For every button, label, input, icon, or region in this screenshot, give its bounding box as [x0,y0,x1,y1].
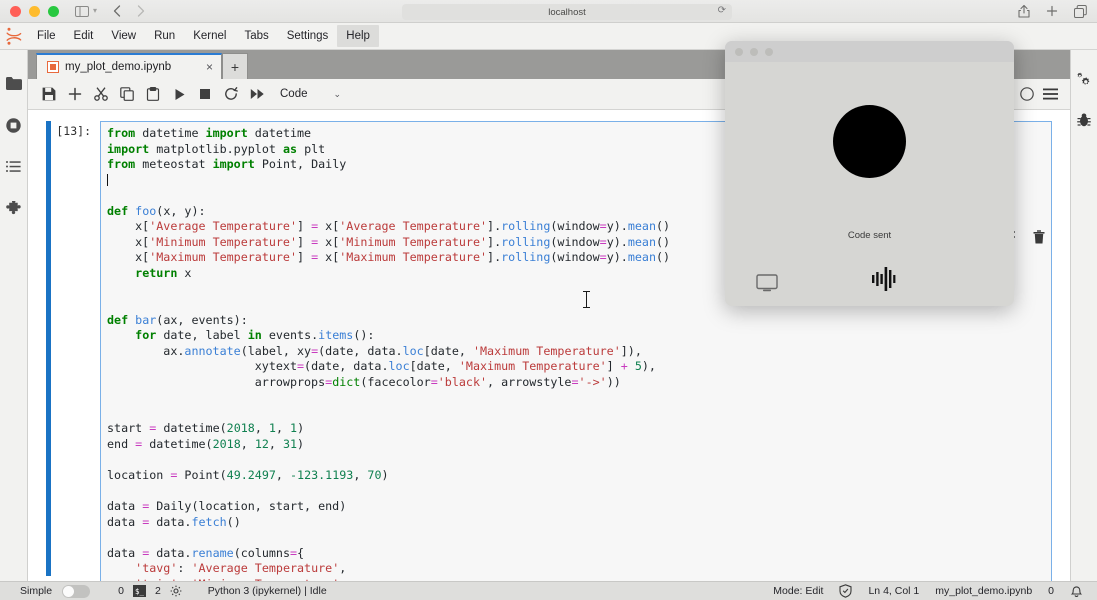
copy-button[interactable] [114,81,140,107]
popup-maximize-button[interactable] [765,47,773,56]
menu-edit[interactable]: Edit [65,25,103,47]
sidebar-item-extension-manager[interactable] [0,188,27,230]
terminal-icon[interactable]: $_ [132,585,146,597]
assistant-popup-window[interactable]: Code sent [725,41,1014,306]
kernel-status-text[interactable]: Python 3 (ipykernel) | Idle [208,585,327,597]
status-filename: my_plot_demo.ipynb [935,585,1033,597]
chevron-down-icon: ⌄ [333,88,342,99]
simple-mode-toggle[interactable] [62,584,91,598]
sidebar-item-debugger[interactable] [1071,100,1097,140]
plus-icon[interactable] [1046,5,1058,17]
popup-close-button[interactable] [735,47,743,56]
chevron-down-icon[interactable]: ▾ [93,7,97,15]
sidebar-toggle-icon[interactable] [75,5,89,17]
cell-type-dropdown[interactable]: Code ⌄ [280,88,341,100]
address-bar[interactable]: localhost ⟳ [402,4,732,20]
browser-titlebar: ▾ localhost ⟳ [0,0,1097,23]
interrupt-kernel-button[interactable] [192,81,218,107]
left-activity-bar [0,50,28,581]
sidebar-item-file-browser[interactable] [0,62,27,104]
screen-share-icon[interactable] [756,274,778,292]
record-indicator[interactable] [833,105,906,178]
cut-button[interactable] [88,81,114,107]
status-left: Simple 0 $_ 2 Python 3 (ipykernel) | Idl… [0,584,327,598]
cursor-position-text[interactable]: Ln 4, Col 1 [868,585,919,597]
menu-view[interactable]: View [102,25,145,47]
save-button[interactable] [36,81,62,107]
minimize-window-button[interactable] [29,5,40,17]
cell-type-value: Code [280,88,308,100]
kernel-count[interactable]: 0 [118,585,124,597]
popup-controls [725,266,1014,292]
menu-file[interactable]: File [28,25,65,47]
notebook-file-icon [47,61,59,73]
notification-count: 0 [1048,585,1054,597]
back-arrow-icon[interactable] [113,5,121,17]
popup-titlebar [725,41,1014,62]
status-counters: 0 $_ 2 [118,585,182,597]
browser-toolbar-right [1018,4,1087,18]
reload-icon[interactable]: ⟳ [718,5,726,16]
gears-icon [1076,72,1092,88]
popup-status-text: Code sent [847,230,892,241]
cell-prompt: [13]: [56,124,91,138]
insert-cell-button[interactable] [62,81,88,107]
popup-minimize-button[interactable] [750,47,758,56]
kernel-circle-icon[interactable] [1020,87,1034,101]
window-traffic-lights [10,5,59,17]
list-icon [6,161,21,173]
text-caret [107,173,108,186]
restart-and-run-all-button[interactable] [244,81,270,107]
menu-settings[interactable]: Settings [278,25,338,47]
menu-tabs[interactable]: Tabs [235,25,277,47]
trash-icon[interactable] [1033,230,1045,244]
tabs-overview-icon[interactable] [1074,4,1087,18]
forward-arrow-icon[interactable] [137,5,145,17]
nav-arrows [113,5,145,17]
jupyter-logo-icon [0,27,28,45]
restart-kernel-button[interactable] [218,81,244,107]
run-cell-button[interactable] [166,81,192,107]
address-bar-text: localhost [548,6,586,18]
bug-icon [1077,113,1091,128]
status-bar: Simple 0 $_ 2 Python 3 (ipykernel) | Idl… [0,581,1097,600]
share-icon[interactable] [1018,4,1030,18]
editor-mode-text: Mode: Edit [773,585,824,597]
text-cursor-icon [583,291,590,309]
stop-circle-icon [6,117,21,133]
sidebar-item-running-terminals[interactable] [0,104,27,146]
status-right: Mode: Edit Ln 4, Col 1 my_plot_demo.ipyn… [773,584,1097,598]
sidebar-item-table-of-contents[interactable] [0,146,27,188]
notebook-tab-label: my_plot_demo.ipynb [65,61,172,73]
maximize-window-button[interactable] [48,5,59,17]
bell-icon[interactable] [1070,584,1083,598]
notebook-tab-my-plot-demo[interactable]: my_plot_demo.ipynb × [36,53,222,79]
right-activity-bar [1070,50,1097,581]
sidebar-item-property-inspector[interactable] [1071,60,1097,100]
shield-check-icon[interactable] [839,584,853,598]
audio-waveform-icon[interactable] [872,266,896,292]
folder-icon [5,76,22,90]
menu-run[interactable]: Run [145,25,184,47]
close-window-button[interactable] [10,5,21,17]
notebook-count[interactable]: 2 [155,585,161,597]
gear-icon[interactable] [170,585,182,597]
add-tab-button[interactable]: + [222,53,248,79]
paste-button[interactable] [140,81,166,107]
hamburger-menu-icon[interactable] [1043,88,1058,100]
close-icon[interactable]: × [192,60,213,74]
menu-kernel[interactable]: Kernel [184,25,235,47]
puzzle-icon [5,201,22,217]
simple-mode-label: Simple [20,585,53,597]
menu-help[interactable]: Help [337,25,379,47]
